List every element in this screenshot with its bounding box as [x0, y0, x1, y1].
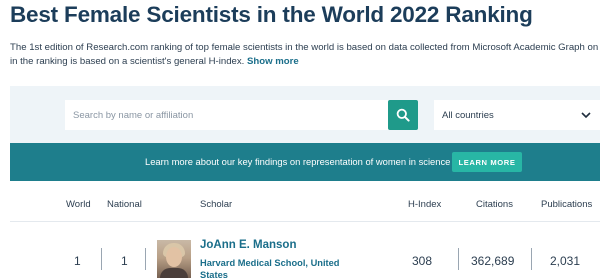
column-divider [145, 248, 146, 270]
banner-text: Learn more about our key findings on rep… [145, 156, 451, 167]
show-more-link[interactable]: Show more [247, 56, 299, 67]
column-header-national[interactable]: National [107, 199, 142, 210]
scholar-avatar[interactable] [157, 240, 191, 278]
column-divider [101, 248, 102, 270]
column-header-world[interactable]: World [66, 199, 91, 210]
learn-more-button[interactable]: LEARN MORE [452, 152, 522, 172]
chevron-down-icon [581, 112, 591, 119]
search-input[interactable] [65, 100, 389, 130]
hindex-value: 308 [412, 254, 433, 268]
column-header-scholar: Scholar [200, 199, 233, 210]
scholar-name-link[interactable]: JoAnn E. Manson [200, 239, 296, 251]
scholar-affiliation-link[interactable]: Harvard Medical School, United States [200, 257, 350, 278]
publications-value: 2,031 [550, 254, 581, 268]
intro-line-2-text: in the ranking is based on a scientist's… [10, 55, 245, 67]
world-rank: 1 [74, 254, 81, 268]
column-divider [531, 248, 532, 270]
findings-banner: Learn more about our key findings on rep… [10, 143, 600, 181]
intro-line-1: The 1st edition of Research.com ranking … [10, 42, 600, 53]
column-header-publications[interactable]: Publications [541, 199, 592, 210]
country-select[interactable]: All countries [434, 100, 600, 130]
intro-line-2: in the ranking is based on a scientist's… [10, 55, 600, 69]
search-icon [396, 108, 410, 122]
avatar-body [160, 268, 188, 278]
page-title: Best Female Scientists in the World 2022… [10, 2, 533, 27]
national-rank: 1 [121, 254, 128, 268]
column-header-citations[interactable]: Citations [476, 199, 513, 210]
header-divider [10, 221, 600, 222]
country-select-value: All countries [442, 109, 494, 121]
avatar-face [166, 247, 182, 267]
search-button[interactable] [388, 100, 418, 130]
citations-value: 362,689 [471, 254, 515, 268]
column-header-hindex[interactable]: H-Index [408, 199, 441, 210]
intro-paragraph: The 1st edition of Research.com ranking … [10, 41, 600, 68]
search-panel: All countries [10, 86, 600, 143]
column-divider [458, 248, 459, 270]
